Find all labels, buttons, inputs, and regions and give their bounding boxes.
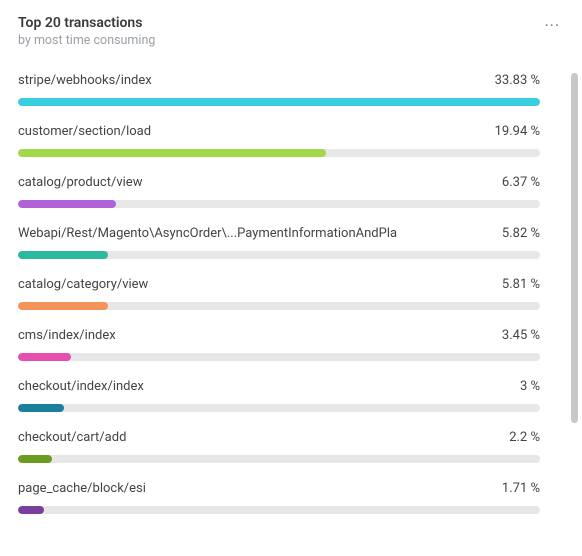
- bar-track: [18, 302, 540, 310]
- bar-fill: [18, 98, 540, 106]
- bar-track: [18, 506, 540, 514]
- row-head: customer/section/load 19.94 %: [18, 124, 540, 139]
- bar-fill: [18, 506, 44, 514]
- transaction-name: cms/index/index: [18, 328, 116, 343]
- transaction-row[interactable]: stripe/webhooks/index 33.83 %: [18, 73, 540, 106]
- transaction-row[interactable]: checkout/index/index 3 %: [18, 379, 540, 412]
- transaction-value: 3.45 %: [494, 328, 540, 343]
- bar-track: [18, 200, 540, 208]
- bar-fill: [18, 251, 108, 259]
- row-head: Webapi/Rest/Magento\AsyncOrder\...Paymen…: [18, 226, 540, 241]
- scrollbar-thumb[interactable]: [571, 73, 578, 423]
- transaction-row[interactable]: cms/index/index 3.45 %: [18, 328, 540, 361]
- row-head: catalog/product/view 6.37 %: [18, 175, 540, 190]
- transaction-value: 1.71 %: [494, 481, 540, 496]
- scroll-area: stripe/webhooks/index 33.83 % customer/sec…: [0, 59, 582, 556]
- transaction-rows: stripe/webhooks/index 33.83 % customer/sec…: [18, 73, 540, 514]
- bar-fill: [18, 455, 52, 463]
- row-head: page_cache/block/esi 1.71 %: [18, 481, 540, 496]
- transaction-name: customer/section/load: [18, 124, 151, 139]
- bar-track: [18, 455, 540, 463]
- bar-fill: [18, 302, 108, 310]
- transaction-row[interactable]: customer/section/load 19.94 %: [18, 124, 540, 157]
- transaction-name: Webapi/Rest/Magento\AsyncOrder\...Paymen…: [18, 226, 397, 241]
- bar-fill: [18, 149, 326, 157]
- card-title: Top 20 transactions: [18, 14, 155, 32]
- transaction-row[interactable]: page_cache/block/esi 1.71 %: [18, 481, 540, 514]
- bar-track: [18, 353, 540, 361]
- row-head: checkout/index/index 3 %: [18, 379, 540, 394]
- transaction-name: catalog/category/view: [18, 277, 148, 292]
- transaction-name: checkout/index/index: [18, 379, 144, 394]
- transaction-value: 19.94 %: [487, 124, 540, 139]
- bar-fill: [18, 200, 116, 208]
- transaction-row[interactable]: catalog/product/view 6.37 %: [18, 175, 540, 208]
- bar-track: [18, 149, 540, 157]
- bar-track: [18, 251, 540, 259]
- transaction-name: catalog/product/view: [18, 175, 142, 190]
- transaction-name: checkout/cart/add: [18, 430, 126, 445]
- bar-track: [18, 404, 540, 412]
- more-menu-icon[interactable]: ···: [540, 16, 564, 36]
- transaction-name: page_cache/block/esi: [18, 481, 146, 496]
- card-header: Top 20 transactions by most time consumi…: [0, 14, 582, 59]
- row-head: cms/index/index 3.45 %: [18, 328, 540, 343]
- bar-track: [18, 98, 540, 106]
- transaction-value: 5.81 %: [494, 277, 540, 292]
- title-block: Top 20 transactions by most time consumi…: [18, 14, 155, 49]
- transactions-card: Top 20 transactions by most time consumi…: [0, 0, 582, 556]
- card-subtitle: by most time consuming: [18, 33, 155, 49]
- row-head: catalog/category/view 5.81 %: [18, 277, 540, 292]
- bar-fill: [18, 353, 71, 361]
- transaction-row[interactable]: Webapi/Rest/Magento\AsyncOrder\...Paymen…: [18, 226, 540, 259]
- transaction-row[interactable]: catalog/category/view 5.81 %: [18, 277, 540, 310]
- transaction-row[interactable]: checkout/cart/add 2.2 %: [18, 430, 540, 463]
- transaction-name: stripe/webhooks/index: [18, 73, 152, 88]
- transaction-value: 2.2 %: [501, 430, 540, 445]
- row-head: stripe/webhooks/index 33.83 %: [18, 73, 540, 88]
- transaction-value: 6.37 %: [494, 175, 540, 190]
- transaction-value: 33.83 %: [487, 73, 540, 88]
- transaction-value: 5.82 %: [494, 226, 540, 241]
- row-head: checkout/cart/add 2.2 %: [18, 430, 540, 445]
- transaction-value: 3 %: [512, 379, 540, 394]
- bar-fill: [18, 404, 64, 412]
